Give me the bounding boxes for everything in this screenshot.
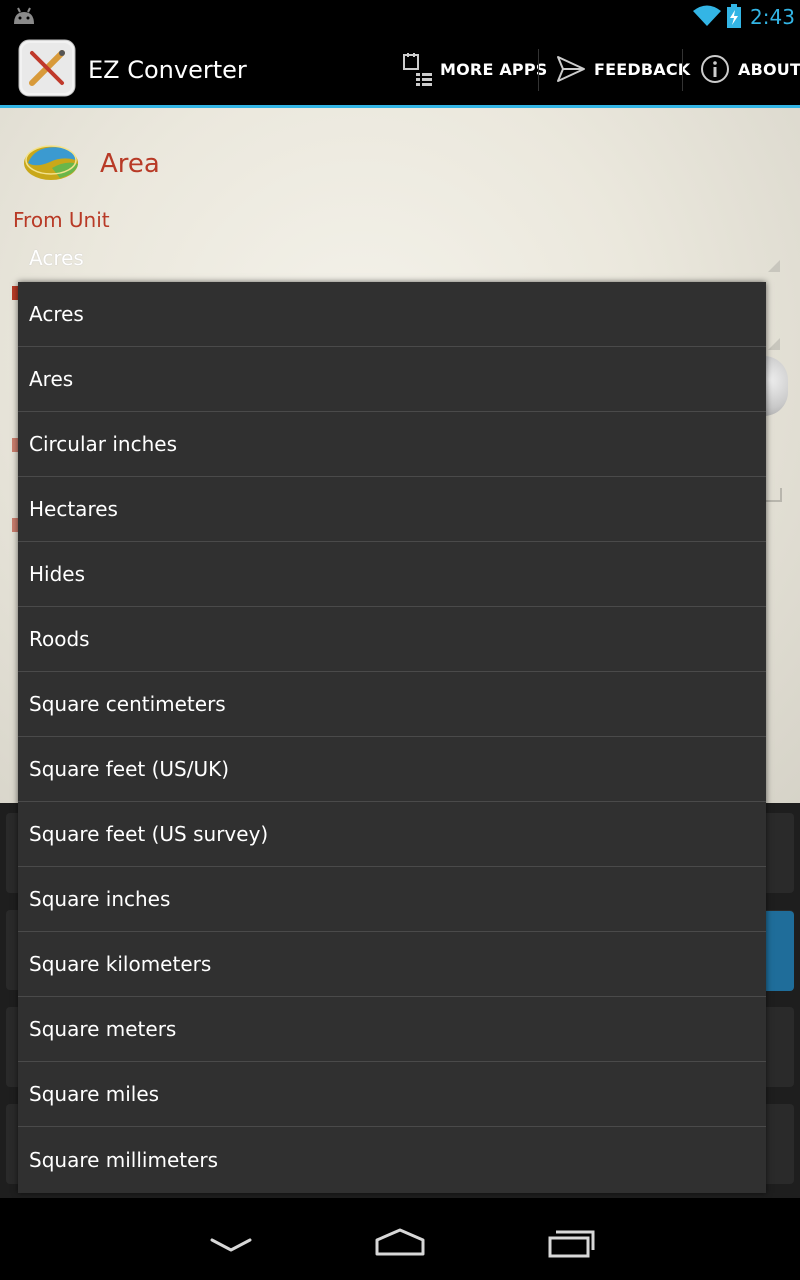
spinner-arrow-icon — [768, 260, 780, 272]
from-unit-dropdown: Acres Ares Circular inches Hectares Hide… — [18, 282, 766, 1193]
dropdown-item[interactable]: Square inches — [18, 867, 766, 932]
dropdown-item[interactable]: Acres — [18, 282, 766, 347]
back-chevron-icon[interactable] — [208, 1236, 254, 1254]
dropdown-item[interactable]: Square miles — [18, 1062, 766, 1127]
navigation-bar — [0, 1198, 800, 1280]
dropdown-item[interactable]: Roods — [18, 607, 766, 672]
more-apps-icon — [403, 53, 432, 86]
dropdown-item[interactable]: Square kilometers — [18, 932, 766, 997]
more-apps-button[interactable]: MORE APPS — [402, 33, 548, 105]
app-title: EZ Converter — [88, 56, 247, 84]
status-clock: 2:43 — [750, 5, 795, 29]
wifi-icon — [693, 5, 721, 26]
dropdown-item[interactable]: Ares — [18, 347, 766, 412]
action-separator — [538, 49, 539, 91]
amount-input-edge — [766, 488, 782, 502]
dropdown-item[interactable]: Square feet (US/UK) — [18, 737, 766, 802]
dropdown-item[interactable]: Square millimeters — [18, 1127, 766, 1192]
dropdown-item[interactable]: Hectares — [18, 477, 766, 542]
send-icon — [557, 56, 585, 82]
dropdown-item[interactable]: Circular inches — [18, 412, 766, 477]
status-bar: 2:43 — [0, 0, 800, 33]
info-icon — [701, 55, 729, 83]
about-button[interactable]: ABOUT — [700, 33, 800, 105]
feedback-button[interactable]: FEEDBACK — [556, 33, 690, 105]
recent-apps-icon[interactable] — [546, 1228, 596, 1258]
action-bar: EZ Converter MORE APPS FEEDBACK ABOUT — [0, 33, 800, 105]
area-category-icon — [24, 145, 78, 180]
more-apps-label: MORE APPS — [440, 59, 548, 79]
app-icon[interactable] — [18, 39, 76, 97]
android-notification-icon — [14, 7, 34, 24]
spinner-arrow-icon — [768, 338, 780, 350]
home-icon[interactable] — [374, 1228, 426, 1256]
battery-charging-icon — [727, 4, 741, 28]
category-title: Area — [100, 149, 160, 179]
from-unit-label: From Unit — [13, 208, 110, 232]
screen: 2:43 EZ Converter MORE APPS FEEDBACK ABO… — [0, 0, 800, 1280]
dropdown-item[interactable]: Square feet (US survey) — [18, 802, 766, 867]
dropdown-item[interactable]: Hides — [18, 542, 766, 607]
action-separator — [682, 49, 683, 91]
dropdown-item[interactable]: Square centimeters — [18, 672, 766, 737]
dropdown-item[interactable]: Square meters — [18, 997, 766, 1062]
feedback-label: FEEDBACK — [594, 59, 691, 79]
about-label: ABOUT — [738, 59, 800, 79]
from-unit-spinner[interactable]: Acres — [29, 245, 84, 271]
